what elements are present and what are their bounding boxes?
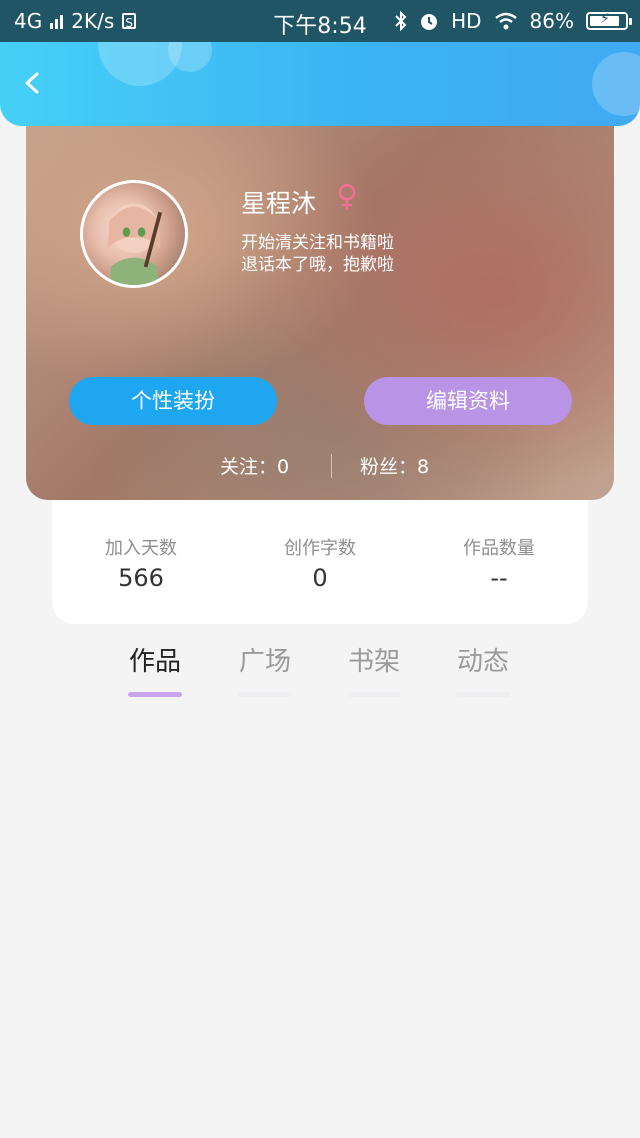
status-right: HD 86% ⚡: [395, 9, 632, 33]
stat-label: 作品数量: [463, 538, 535, 559]
stats-panel: 加入天数 566 创作字数 0 作品数量 --: [52, 500, 588, 624]
stat-works-count: 作品数量 --: [410, 534, 588, 592]
tab-label: 作品: [128, 647, 181, 677]
bluetooth-icon: [395, 11, 407, 31]
bio-line: 开始清关注和书籍啦: [241, 233, 394, 253]
stat-label: 加入天数: [105, 538, 177, 559]
decor-bubble: [592, 52, 640, 116]
stat-label: 创作字数: [284, 538, 356, 559]
profile-card: 星程沐 ♀ 开始清关注和书籍啦 退话本了哦，抱歉啦 个性装扮 编辑资料 关注：0…: [26, 112, 614, 500]
tab-works[interactable]: 作品: [115, 640, 195, 697]
stat-join-days: 加入天数 566: [52, 534, 230, 592]
female-icon: ♀: [336, 179, 358, 214]
tab-indicator: [238, 692, 292, 697]
tab-label: 动态: [456, 647, 509, 677]
stat-value: 566: [118, 564, 164, 592]
tab-label: 广场: [238, 647, 291, 677]
back-button[interactable]: [22, 72, 44, 94]
bio: 开始清关注和书籍啦 退话本了哦，抱歉啦: [241, 232, 394, 276]
divider: [331, 454, 332, 478]
header-bar: [0, 42, 640, 126]
tab-activity[interactable]: 动态: [443, 640, 523, 697]
tab-indicator: [128, 692, 182, 697]
wifi-icon: [494, 12, 517, 30]
following-count[interactable]: 关注：0: [220, 452, 289, 479]
avatar-illustration: [107, 203, 163, 285]
bio-line: 退话本了哦，抱歉啦: [241, 255, 394, 275]
tab-bookshelf[interactable]: 书架: [334, 640, 414, 697]
personalize-button[interactable]: 个性装扮: [69, 377, 277, 425]
username: 星程沐: [241, 189, 317, 218]
tab-bar: 作品 广场 书架 动态: [0, 640, 640, 710]
hd-label: HD: [451, 9, 482, 33]
alarm-icon: [421, 14, 438, 30]
charging-icon: ⚡: [600, 11, 610, 27]
tab-indicator: [456, 692, 510, 697]
battery-percent: 86%: [529, 9, 574, 33]
stat-value: --: [490, 564, 508, 592]
follow-stats: 关注：0 粉丝：8: [26, 452, 614, 482]
avatar[interactable]: [80, 180, 188, 288]
followers-count[interactable]: 粉丝：8: [360, 452, 429, 479]
stat-word-count: 创作字数 0: [231, 534, 409, 592]
status-bar: 4G 2K/s S 下午8:54 HD 86% ⚡: [0, 0, 640, 42]
tab-label: 书架: [347, 647, 400, 677]
stat-value: 0: [312, 564, 328, 592]
edit-profile-button[interactable]: 编辑资料: [364, 377, 572, 425]
battery-icon: ⚡: [586, 11, 632, 30]
tab-square[interactable]: 广场: [225, 640, 305, 697]
tab-indicator: [347, 692, 401, 697]
